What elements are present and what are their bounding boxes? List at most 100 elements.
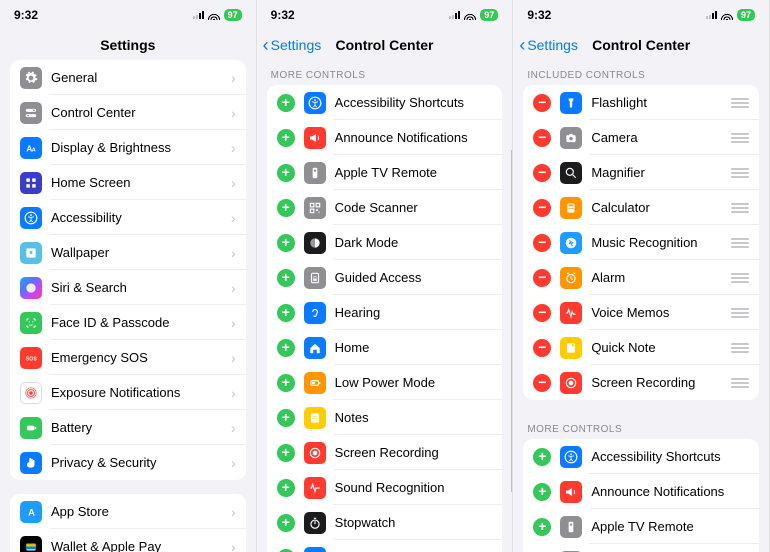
list-item[interactable]: −Screen Recording bbox=[523, 365, 759, 400]
add-button[interactable]: + bbox=[533, 483, 551, 501]
drag-handle[interactable] bbox=[731, 168, 749, 178]
list-item[interactable]: + Low Power Mode bbox=[267, 365, 503, 400]
soundrec-icon bbox=[304, 477, 326, 499]
list-item[interactable]: +Code Scanner bbox=[523, 544, 759, 552]
add-button[interactable]: + bbox=[277, 479, 295, 497]
list-item[interactable]: Privacy & Security› bbox=[10, 445, 246, 480]
chevron-right-icon: › bbox=[231, 455, 236, 471]
status-bar: 9:32 97 bbox=[513, 0, 769, 30]
add-button[interactable]: + bbox=[277, 199, 295, 217]
remove-button[interactable]: − bbox=[533, 374, 551, 392]
announce-icon bbox=[560, 481, 582, 503]
remove-button[interactable]: − bbox=[533, 199, 551, 217]
list-item[interactable]: Wallet & Apple Pay› bbox=[10, 529, 246, 552]
list-item[interactable]: Exposure Notifications› bbox=[10, 375, 246, 410]
add-button[interactable]: + bbox=[277, 304, 295, 322]
scroll-content[interactable]: General›Control Center›AADisplay & Brigh… bbox=[0, 60, 256, 552]
included-controls-group: −Flashlight−Camera−Magnifier−Calculator−… bbox=[523, 85, 759, 400]
scroll-content[interactable]: More Controls +Accessibility Shortcuts+A… bbox=[257, 60, 513, 552]
list-item[interactable]: +Announce Notifications bbox=[523, 474, 759, 509]
list-item[interactable]: −Alarm bbox=[523, 260, 759, 295]
add-button[interactable]: + bbox=[277, 514, 295, 532]
list-item[interactable]: +Hearing bbox=[267, 295, 503, 330]
list-item[interactable]: −Magnifier bbox=[523, 155, 759, 190]
list-item[interactable]: +Apple TV Remote bbox=[523, 509, 759, 544]
add-button[interactable]: + bbox=[277, 164, 295, 182]
list-item[interactable]: +Announce Notifications bbox=[267, 120, 503, 155]
row-label: Control Center bbox=[51, 105, 222, 120]
drag-handle[interactable] bbox=[731, 238, 749, 248]
add-button[interactable]: + bbox=[533, 518, 551, 536]
signal-icon bbox=[449, 11, 460, 19]
chevron-right-icon: › bbox=[231, 385, 236, 401]
wifi-icon bbox=[721, 11, 733, 20]
list-item[interactable]: AApp Store› bbox=[10, 494, 246, 529]
list-item[interactable]: −Music Recognition bbox=[523, 225, 759, 260]
scroll-content[interactable]: Included Controls −Flashlight−Camera−Mag… bbox=[513, 60, 769, 552]
list-item[interactable]: +Accessibility Shortcuts bbox=[523, 439, 759, 474]
list-item[interactable]: SOSEmergency SOS› bbox=[10, 340, 246, 375]
drag-handle[interactable] bbox=[731, 378, 749, 388]
list-item[interactable]: Home Screen› bbox=[10, 165, 246, 200]
add-button[interactable]: + bbox=[277, 339, 295, 357]
remove-button[interactable]: − bbox=[533, 269, 551, 287]
add-button[interactable]: + bbox=[277, 409, 295, 427]
drag-handle[interactable] bbox=[731, 203, 749, 213]
drag-handle[interactable] bbox=[731, 343, 749, 353]
list-item[interactable]: +Accessibility Shortcuts bbox=[267, 85, 503, 120]
row-label: Battery bbox=[51, 420, 222, 435]
remove-button[interactable]: − bbox=[533, 234, 551, 252]
drag-handle[interactable] bbox=[731, 308, 749, 318]
list-item[interactable]: +Screen Recording bbox=[267, 435, 503, 470]
remove-button[interactable]: − bbox=[533, 94, 551, 112]
add-button[interactable]: + bbox=[277, 129, 295, 147]
scroll-indicator[interactable] bbox=[511, 150, 512, 492]
list-item[interactable]: +Code Scanner bbox=[267, 190, 503, 225]
remove-button[interactable]: − bbox=[533, 339, 551, 357]
list-item[interactable]: +Guided Access bbox=[267, 260, 503, 295]
list-item[interactable]: −Calculator bbox=[523, 190, 759, 225]
list-item[interactable]: Wallpaper› bbox=[10, 235, 246, 270]
add-button[interactable]: + bbox=[277, 269, 295, 287]
list-item[interactable]: Accessibility› bbox=[10, 200, 246, 235]
row-label: Low Power Mode bbox=[335, 375, 493, 390]
list-item[interactable]: +Home bbox=[267, 330, 503, 365]
chevron-right-icon: › bbox=[231, 105, 236, 121]
list-item[interactable]: Control Center › bbox=[10, 95, 246, 130]
add-button[interactable]: + bbox=[277, 549, 295, 552]
drag-handle[interactable] bbox=[731, 98, 749, 108]
list-item[interactable]: −Voice Memos bbox=[523, 295, 759, 330]
list-item[interactable]: +Sound Recognition bbox=[267, 470, 503, 505]
list-item[interactable]: +Dark Mode bbox=[267, 225, 503, 260]
section-header-more: More Controls bbox=[513, 414, 769, 439]
list-item[interactable]: +Apple TV Remote bbox=[267, 155, 503, 190]
list-item[interactable]: −Quick Note bbox=[523, 330, 759, 365]
add-button[interactable]: + bbox=[277, 234, 295, 252]
add-button[interactable]: + bbox=[533, 448, 551, 466]
drag-handle[interactable] bbox=[731, 133, 749, 143]
back-button[interactable]: ‹ Settings bbox=[263, 36, 322, 54]
list-item[interactable]: AADisplay & Brightness› bbox=[10, 130, 246, 165]
row-label: General bbox=[51, 70, 222, 85]
list-item[interactable]: Battery› bbox=[10, 410, 246, 445]
list-item[interactable]: Face ID & Passcode› bbox=[10, 305, 246, 340]
remove-button[interactable]: − bbox=[533, 129, 551, 147]
remove-button[interactable]: − bbox=[533, 164, 551, 182]
back-button[interactable]: ‹ Settings bbox=[519, 36, 578, 54]
remove-button[interactable]: − bbox=[533, 304, 551, 322]
list-item[interactable]: −Flashlight bbox=[523, 85, 759, 120]
drag-handle[interactable] bbox=[731, 273, 749, 283]
gear-icon bbox=[20, 67, 42, 89]
wallet-icon bbox=[20, 536, 42, 552]
add-button[interactable]: + bbox=[277, 94, 295, 112]
appstore-icon: A bbox=[20, 501, 42, 523]
add-button[interactable]: + bbox=[277, 444, 295, 462]
list-item[interactable]: +AAText Size bbox=[267, 540, 503, 552]
list-item[interactable]: Siri & Search› bbox=[10, 270, 246, 305]
add-button[interactable]: + bbox=[277, 374, 295, 392]
list-item[interactable]: General› bbox=[10, 60, 246, 95]
list-item[interactable]: −Camera bbox=[523, 120, 759, 155]
list-item[interactable]: +Stopwatch bbox=[267, 505, 503, 540]
back-label: Settings bbox=[527, 37, 578, 53]
list-item[interactable]: +Notes bbox=[267, 400, 503, 435]
